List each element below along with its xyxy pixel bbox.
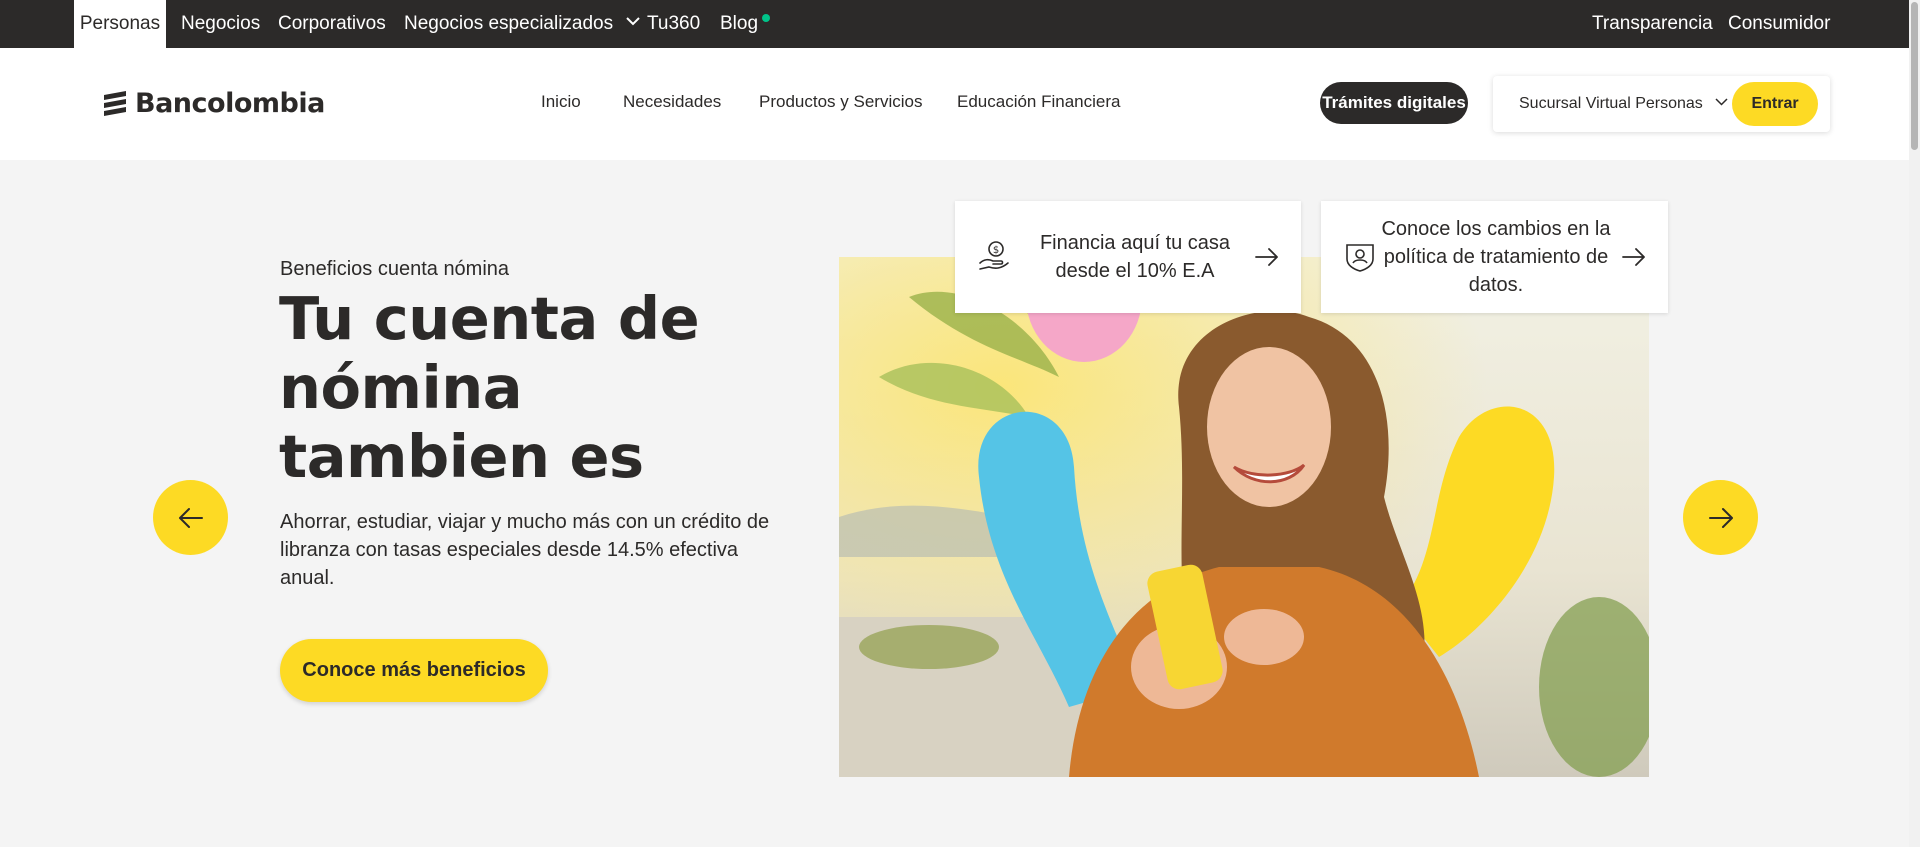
bancolombia-logo[interactable]: Bancolombia [101, 85, 325, 121]
hero-image [839, 257, 1649, 777]
logo-wordmark: Bancolombia [135, 87, 325, 119]
login-box: Sucursal Virtual Personas Entrar [1493, 76, 1830, 132]
arrow-right-icon [1708, 507, 1733, 528]
scrollbar-thumb[interactable] [1911, 2, 1918, 150]
hero-title: Tu cuenta de nómina tambien es [279, 284, 700, 491]
tramites-digitales-button[interactable]: Trámites digitales [1320, 82, 1468, 124]
arrow-left-icon [178, 507, 203, 528]
data-policy-icon [1346, 244, 1374, 272]
card-politica-datos[interactable]: Conoce los cambios en la política de tra… [1321, 201, 1668, 313]
segment-personas[interactable]: Personas [74, 0, 166, 48]
carousel-next-button[interactable] [1683, 480, 1758, 555]
card-financia-casa-text: Financia aquí tu casa desde el 10% E.A [1039, 232, 1231, 282]
svg-text:$: $ [993, 245, 999, 256]
carousel-prev-button[interactable] [153, 480, 228, 555]
nav-necesidades[interactable]: Necesidades [623, 92, 721, 112]
top-navigation-bar: Personas Negocios Corporativos Negocios … [0, 0, 1909, 48]
card-financia-casa[interactable]: $ Financia aquí tu casa desde el 10% E.A [955, 201, 1301, 313]
sucursal-virtual-dropdown[interactable]: Sucursal Virtual Personas [1519, 76, 1728, 132]
nav-educacion-financiera[interactable]: Educación Financiera [957, 92, 1120, 112]
arrow-right-icon [1622, 248, 1645, 266]
page-scrollbar[interactable] [1909, 0, 1920, 847]
sucursal-virtual-label: Sucursal Virtual Personas [1519, 95, 1703, 112]
link-consumidor[interactable]: Consumidor [1728, 0, 1830, 48]
new-indicator-dot [762, 14, 770, 22]
segment-negocios[interactable]: Negocios [181, 0, 260, 48]
entrar-button[interactable]: Entrar [1732, 82, 1818, 126]
segment-corporativos[interactable]: Corporativos [278, 0, 386, 48]
segment-negocios-especializados[interactable]: Negocios especializados [404, 0, 641, 48]
nav-inicio[interactable]: Inicio [541, 92, 581, 112]
chevron-down-icon [1715, 98, 1728, 106]
segment-tu360[interactable]: Tu360 [647, 0, 700, 48]
arrow-right-icon [1255, 248, 1278, 266]
card-politica-datos-text: Conoce los cambios en la política de tra… [1381, 218, 1611, 296]
money-hand-icon: $ [979, 241, 1009, 270]
nav-productos-servicios[interactable]: Productos y Servicios [759, 92, 922, 112]
hero-eyebrow: Beneficios cuenta nómina [280, 258, 510, 280]
segment-negocios-especializados-label: Negocios especializados [404, 13, 614, 34]
conoce-mas-beneficios-button[interactable]: Conoce más beneficios [280, 639, 548, 702]
bancolombia-symbol-icon [104, 91, 126, 116]
segment-blog[interactable]: Blog [720, 0, 758, 48]
hero-description: Ahorrar, estudiar, viajar y mucho más co… [280, 511, 770, 589]
chevron-down-icon [626, 17, 641, 26]
link-transparencia[interactable]: Transparencia [1592, 0, 1713, 48]
main-header: Bancolombia Inicio Necesidades Productos… [0, 48, 1909, 160]
